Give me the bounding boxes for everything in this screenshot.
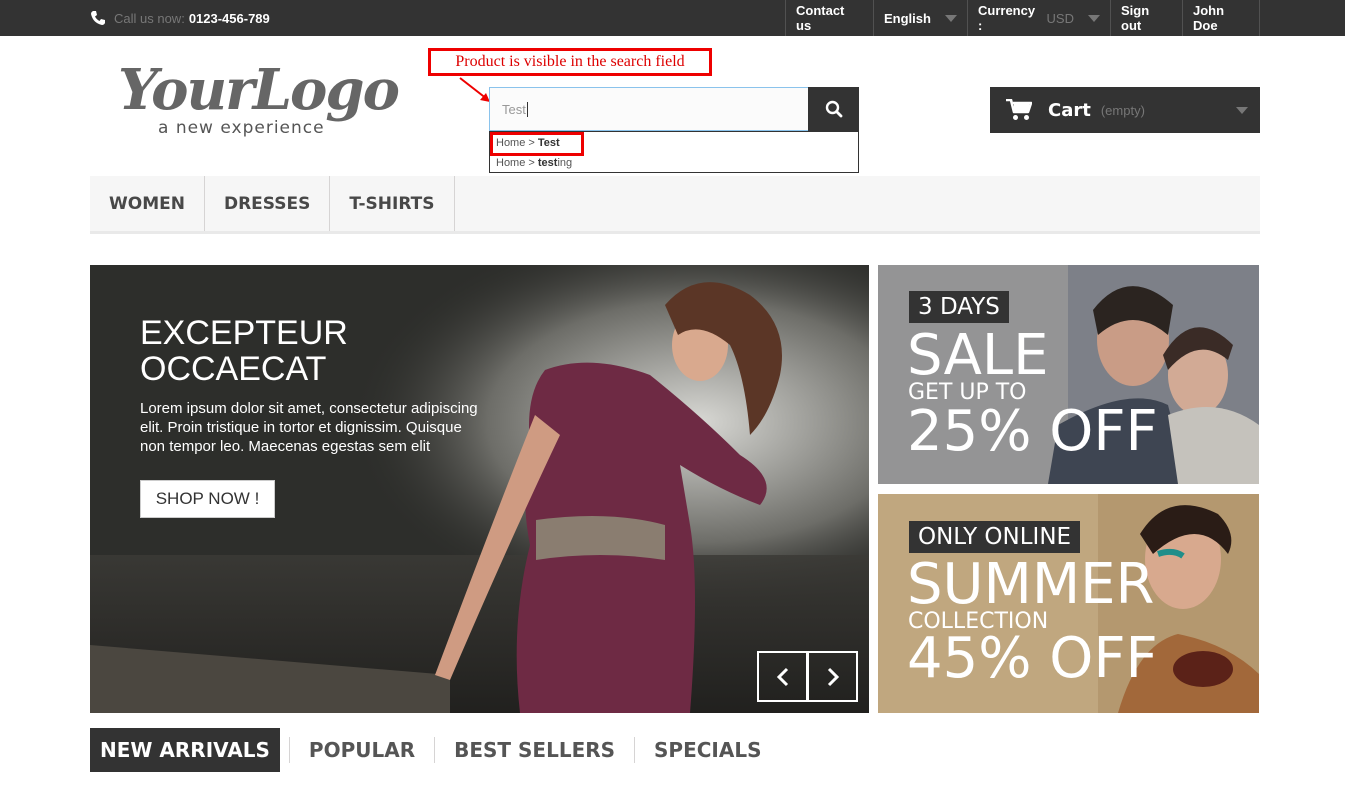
banner-headline: SALE <box>907 323 1049 388</box>
sign-out-label: Sign out <box>1121 3 1150 33</box>
hero-text: Lorem ipsum dolor sit amet, consectetur … <box>140 400 478 455</box>
search-button[interactable] <box>808 87 859 131</box>
chevron-down-icon <box>1236 107 1248 114</box>
hero-slider: EXCEPTEUR OCCAECAT Lorem ipsum dolor sit… <box>90 265 869 713</box>
call-us: Call us now: 0123-456-789 <box>90 0 270 36</box>
chevron-left-icon <box>776 667 788 686</box>
user-name: John Doe <box>1193 3 1225 33</box>
suggestion-match: test <box>537 157 558 169</box>
main-menu: WOMEN DRESSES T-SHIRTS <box>90 176 1260 234</box>
currency-value: USD <box>1046 10 1074 26</box>
summer-banner[interactable]: ONLY ONLINE SUMMER COLLECTION 45% OFF <box>878 494 1259 713</box>
currency-label: Currency : <box>978 3 1036 33</box>
menu-item-dresses[interactable]: DRESSES <box>205 176 331 231</box>
tab-divider <box>634 737 636 763</box>
call-number: 0123-456-789 <box>188 10 270 26</box>
cart-icon <box>1006 99 1032 120</box>
contact-us-label: Contact us <box>796 3 845 33</box>
menu-item-t-shirts[interactable]: T-SHIRTS <box>330 176 455 231</box>
account-link[interactable]: John Doe <box>1182 0 1260 36</box>
product-tabs: NEW ARRIVALS POPULAR BEST SELLERS SPECIA… <box>90 728 772 772</box>
hero-title: EXCEPTEUR OCCAECAT <box>140 314 348 388</box>
logo-tagline: a new experience <box>158 118 325 138</box>
chevron-right-icon <box>827 667 839 686</box>
banner-headline: SUMMER <box>907 552 1155 617</box>
tab-best-sellers[interactable]: BEST SELLERS <box>444 728 625 772</box>
page: Call us now: 0123-456-789 Contact us Eng… <box>0 0 1345 787</box>
suggestion-item[interactable]: Home > Test <box>496 137 560 149</box>
language-selector[interactable]: English <box>873 0 967 36</box>
text-cursor <box>526 101 528 117</box>
annotation-box: Product is visible in the search field <box>428 48 712 76</box>
annotation-text: Product is visible in the search field <box>455 53 685 70</box>
suggestion-rest: ing <box>557 157 573 169</box>
slider-prev-button[interactable] <box>757 651 808 702</box>
currency-selector[interactable]: Currency : USD <box>967 0 1110 36</box>
suggestion-match: Test <box>537 137 560 149</box>
banner-badge: 3 DAYS <box>909 291 1009 323</box>
tab-divider <box>288 737 290 763</box>
cart-status: (empty) <box>1100 102 1145 118</box>
suggestion-prefix: Home > <box>496 157 538 169</box>
search-icon <box>825 100 842 118</box>
search-value: Test <box>502 101 526 117</box>
cart-button[interactable]: Cart (empty) <box>990 87 1260 133</box>
cart-label: Cart <box>1048 99 1091 121</box>
menu-item-women[interactable]: WOMEN <box>90 176 205 231</box>
phone-icon <box>91 11 105 25</box>
banner-badge: ONLY ONLINE <box>909 521 1081 553</box>
search-input[interactable]: Test <box>489 87 809 131</box>
suggestion-prefix: Home > <box>496 137 538 149</box>
logo-text: YourLogo <box>118 57 400 123</box>
call-label: Call us now: <box>114 10 185 26</box>
sign-out-link[interactable]: Sign out <box>1110 0 1182 36</box>
language-label: English <box>884 10 931 26</box>
logo[interactable]: YourLogo a new experience <box>112 58 402 144</box>
banner-offer: 25% OFF <box>907 399 1158 464</box>
search-suggestions: Home > Test Home > testing <box>489 131 859 173</box>
tab-divider <box>434 737 436 763</box>
banner-offer: 45% OFF <box>907 626 1158 691</box>
chevron-down-icon <box>944 14 957 22</box>
contact-us-link[interactable]: Contact us <box>785 0 873 36</box>
slider-next-button[interactable] <box>807 651 858 702</box>
top-bar: Call us now: 0123-456-789 Contact us Eng… <box>0 0 1345 36</box>
tab-popular[interactable]: POPULAR <box>299 728 425 772</box>
tab-new-arrivals[interactable]: NEW ARRIVALS <box>90 728 280 772</box>
shop-now-button[interactable]: SHOP NOW ! <box>140 480 275 518</box>
tab-specials[interactable]: SPECIALS <box>644 728 771 772</box>
chevron-down-icon <box>1088 14 1100 22</box>
sale-banner[interactable]: 3 DAYS SALE GET UP TO 25% OFF <box>878 265 1259 484</box>
suggestion-item[interactable]: Home > testing <box>496 157 572 169</box>
